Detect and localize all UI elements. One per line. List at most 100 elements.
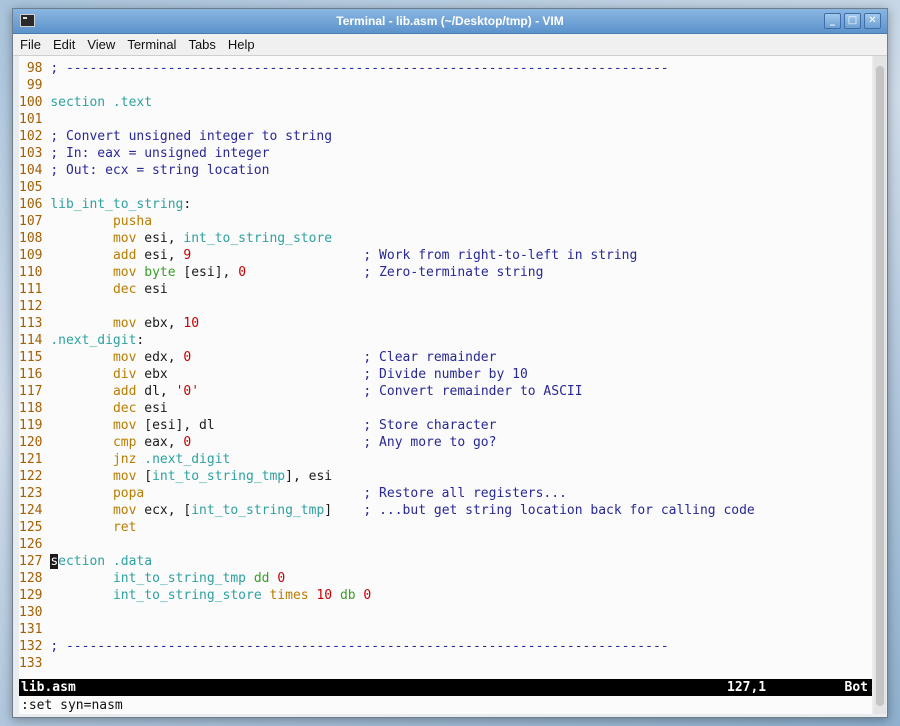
line-number: 114 <box>19 333 51 348</box>
code-token: db <box>339 588 356 603</box>
code-line: 125 ret <box>19 519 755 536</box>
menu-tabs[interactable]: Tabs <box>181 34 220 52</box>
code-token: ; Clear remainder <box>363 350 497 365</box>
code-token: ; Zero-terminate string <box>363 265 544 280</box>
line-number: 117 <box>19 384 51 399</box>
code-token: int_to_string_tmp <box>112 571 246 586</box>
line-number: 98 <box>19 61 51 76</box>
line-number: 119 <box>19 418 51 433</box>
line-number: 116 <box>19 367 51 382</box>
scrollbar-thumb[interactable] <box>876 66 884 706</box>
code-token: esi <box>136 401 168 416</box>
code-line: 101 <box>19 111 755 128</box>
line-number: 128 <box>19 571 51 586</box>
terminal-window: Terminal - lib.asm (~/Desktop/tmp) - VIM… <box>12 8 888 718</box>
window-title: Terminal - lib.asm (~/Desktop/tmp) - VIM <box>336 14 564 28</box>
title-bar[interactable]: Terminal - lib.asm (~/Desktop/tmp) - VIM… <box>13 9 887 34</box>
code-token: ; Out: ecx = string location <box>50 163 270 178</box>
code-token: mov <box>112 503 137 518</box>
close-button[interactable]: ✕ <box>864 13 881 29</box>
code-token: [esi], dl <box>136 418 364 433</box>
code-line: 128 int_to_string_tmp dd 0 <box>19 570 755 587</box>
menu-file[interactable]: File <box>13 34 46 52</box>
code-token: ; Any more to go? <box>363 435 497 450</box>
vim-command-line[interactable]: :set syn=nasm <box>21 697 123 714</box>
code-token: .next_digit <box>50 333 137 348</box>
line-number: 130 <box>19 605 51 620</box>
line-number: 101 <box>19 112 51 127</box>
code-token: edx, <box>136 350 184 365</box>
line-number: 123 <box>19 486 51 501</box>
code-token: popa <box>112 486 145 501</box>
code-token: ; --------------------------------------… <box>50 639 669 654</box>
vim-status-line: lib.asm 127,1 Bot <box>19 679 872 696</box>
line-number: 115 <box>19 350 51 365</box>
code-token: ; Store character <box>363 418 497 433</box>
line-number: 133 <box>19 656 51 671</box>
code-line: 115 mov edx, 0 ; Clear remainder <box>19 349 755 366</box>
code-token: dec <box>112 282 137 297</box>
code-line: 127 section .data <box>19 553 755 570</box>
code-token: ; Restore all registers... <box>363 486 567 501</box>
code-token: ] <box>324 503 364 518</box>
code-token: int_to_string_tmp <box>152 469 286 484</box>
code-token: ; --------------------------------------… <box>50 61 669 76</box>
code-line: 102 ; Convert unsigned integer to string <box>19 128 755 145</box>
code-line: 107 pusha <box>19 213 755 230</box>
line-number: 129 <box>19 588 51 603</box>
line-number: 105 <box>19 180 51 195</box>
code-line: 133 <box>19 655 755 672</box>
code-line: 99 <box>19 77 755 94</box>
code-token: ; Work from right-to-left in string <box>363 248 638 263</box>
code-token: mov <box>112 469 137 484</box>
status-cursor-position: 127,1 <box>727 680 767 695</box>
code-line: 118 dec esi <box>19 400 755 417</box>
code-token: ection .data <box>58 554 153 569</box>
menu-terminal[interactable]: Terminal <box>120 34 181 52</box>
menu-help[interactable]: Help <box>221 34 260 52</box>
code-line: 112 <box>19 298 755 315</box>
vim-buffer[interactable]: 98 ; -----------------------------------… <box>19 60 755 672</box>
terminal-area[interactable]: 98 ; -----------------------------------… <box>19 56 872 714</box>
status-filename: lib.asm <box>21 680 76 695</box>
code-token: mov <box>112 350 137 365</box>
code-line: 113 mov ebx, 10 <box>19 315 755 332</box>
code-token: times <box>269 588 309 603</box>
vertical-scrollbar[interactable] <box>874 56 886 714</box>
code-token: ; ...but get string location back for ca… <box>363 503 755 518</box>
code-token: eax, <box>136 435 184 450</box>
code-token: dd <box>253 571 270 586</box>
line-number: 108 <box>19 231 51 246</box>
maximize-button[interactable]: □ <box>844 13 861 29</box>
code-token: ; Convert unsigned integer to string <box>50 129 333 144</box>
menu-edit[interactable]: Edit <box>46 34 80 52</box>
line-number: 120 <box>19 435 51 450</box>
code-line: 130 <box>19 604 755 621</box>
minimize-button[interactable]: _ <box>824 13 841 29</box>
line-number: 111 <box>19 282 51 297</box>
menu-view[interactable]: View <box>80 34 120 52</box>
code-line: 129 int_to_string_store times 10 db 0 <box>19 587 755 604</box>
line-number: 112 <box>19 299 51 314</box>
line-number: 100 <box>19 95 51 110</box>
code-token: dec <box>112 401 137 416</box>
line-number: 104 <box>19 163 51 178</box>
code-line: 122 mov [int_to_string_tmp], esi <box>19 468 755 485</box>
code-line: 131 <box>19 621 755 638</box>
code-line: 98 ; -----------------------------------… <box>19 60 755 77</box>
code-token: ], esi <box>285 469 333 484</box>
window-controls: _ □ ✕ <box>824 13 881 29</box>
code-token: ebx, <box>136 316 184 331</box>
code-token: .next_digit <box>144 452 231 467</box>
status-scroll-indicator: Bot <box>844 680 868 695</box>
